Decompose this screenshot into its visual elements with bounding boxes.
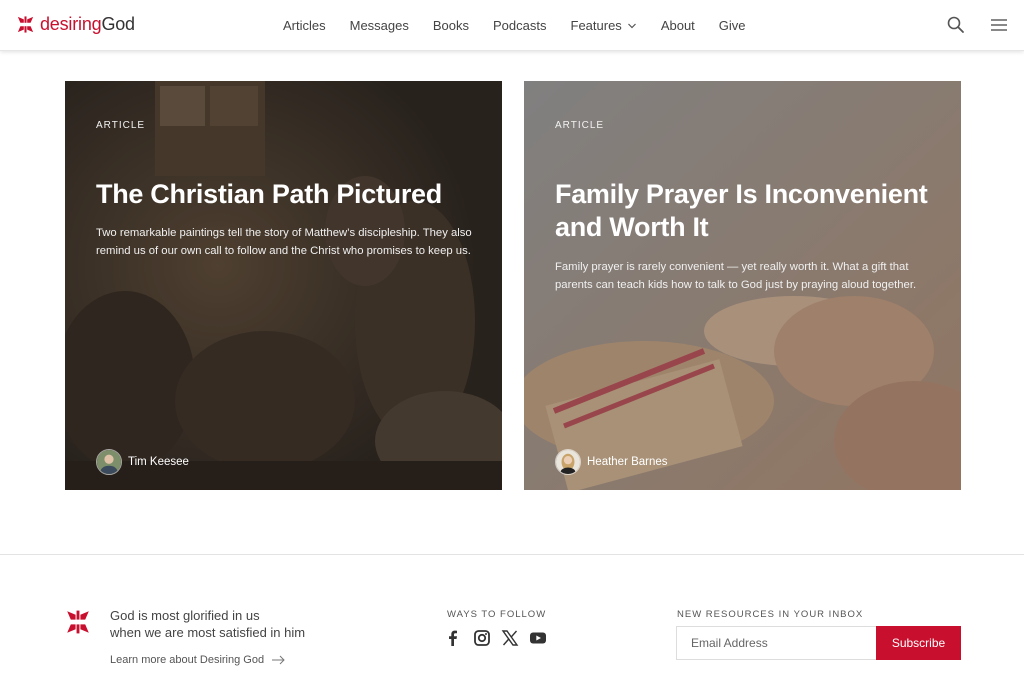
nav-about[interactable]: About — [661, 18, 695, 33]
article-card-christian-path[interactable]: ARTICLE The Christian Path Pictured Two … — [65, 81, 502, 490]
subscribe-button[interactable]: Subscribe — [876, 626, 961, 660]
nav-features[interactable]: Features — [571, 18, 637, 33]
facebook-icon[interactable] — [444, 629, 462, 647]
card-eyebrow: ARTICLE — [96, 120, 146, 131]
nav-books[interactable]: Books — [433, 18, 469, 33]
nav-podcasts[interactable]: Podcasts — [493, 18, 546, 33]
instagram-icon[interactable] — [473, 629, 491, 647]
youtube-icon[interactable] — [529, 629, 547, 647]
x-icon[interactable] — [501, 629, 519, 647]
avatar — [555, 449, 581, 475]
email-field[interactable] — [676, 626, 876, 660]
footer-divider — [0, 554, 1024, 555]
logo-wordmark: desiringGod — [40, 14, 135, 34]
site-header: desiringGod Articles Messages Books Podc… — [0, 0, 1024, 51]
avatar — [96, 449, 122, 475]
nav-features-label: Features — [570, 18, 622, 33]
logo-mark-icon[interactable] — [66, 610, 90, 634]
article-card-family-prayer[interactable]: ARTICLE Family Prayer Is Inconvenient an… — [524, 81, 961, 490]
learn-more-link[interactable]: Learn more about Desiring God — [110, 654, 286, 666]
site-logo[interactable]: desiringGod — [17, 14, 135, 34]
card-author[interactable]: Tim Keesee — [96, 449, 189, 475]
card-description: Two remarkable paintings tell the story … — [96, 227, 472, 257]
hamburger-menu-icon[interactable] — [989, 15, 1009, 35]
nav-give[interactable]: Give — [719, 18, 746, 33]
card-eyebrow: ARTICLE — [555, 120, 605, 131]
newsletter-heading: NEW RESOURCES IN YOUR INBOX — [677, 609, 864, 620]
tagline-line-1: God is most glorified in us — [110, 608, 260, 623]
card-title[interactable]: The Christian Path Pictured — [96, 178, 476, 211]
chevron-down-icon — [627, 23, 636, 28]
footer-tagline: God is most glorified in us when we are … — [110, 607, 305, 641]
card-title[interactable]: Family Prayer Is Inconvenient and Worth … — [555, 178, 935, 244]
author-name: Tim Keesee — [128, 456, 189, 468]
nav-articles[interactable]: Articles — [283, 18, 326, 33]
card-description: Family prayer is rarely convenient — yet… — [555, 261, 917, 291]
card-overlay — [65, 81, 502, 490]
learn-more-label: Learn more about Desiring God — [110, 654, 265, 666]
tagline-line-2: when we are most satisfied in him — [110, 625, 306, 640]
author-name: Heather Barnes — [587, 456, 668, 468]
card-author[interactable]: Heather Barnes — [555, 449, 668, 475]
logo-mark-icon — [17, 15, 34, 33]
search-icon[interactable] — [946, 15, 966, 35]
main-nav: Articles Messages Books Podcasts Feature… — [283, 0, 770, 51]
nav-messages[interactable]: Messages — [350, 18, 409, 33]
arrow-right-icon — [272, 655, 285, 665]
follow-heading: WAYS TO FOLLOW — [447, 609, 547, 620]
